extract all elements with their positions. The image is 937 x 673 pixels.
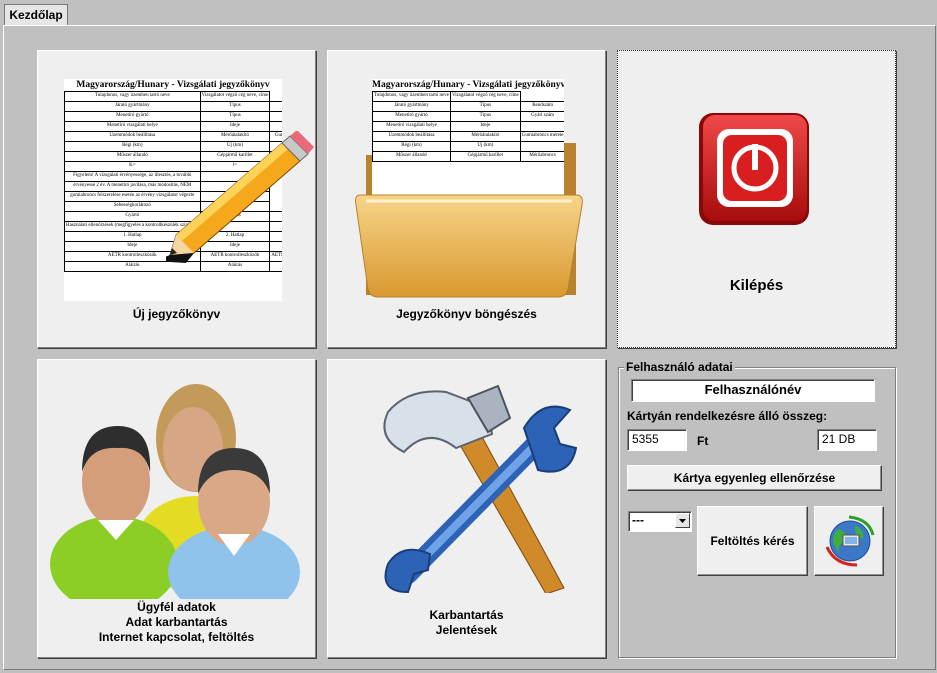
customer-data-label-2: Adat karbantartás bbox=[125, 615, 228, 629]
document-row: Régi (km) Új (km) bbox=[372, 141, 565, 152]
document-cell: Gyári szám bbox=[269, 111, 282, 122]
document-cell: Járató gyártmány bbox=[64, 101, 201, 112]
document-cell: Műszer állandó bbox=[372, 151, 451, 162]
chevron-down-icon[interactable] bbox=[675, 513, 690, 528]
new-report-label: Új jegyzőkönyv bbox=[132, 307, 221, 321]
document-cell: Rendszám bbox=[519, 101, 564, 112]
customer-data-button[interactable]: Ügyfél adatok Adat karbantartás Internet… bbox=[37, 359, 316, 658]
document-row: Tulajdonos, vagy üzemben tartó neve Vizsg… bbox=[372, 91, 565, 102]
folder-icon bbox=[355, 194, 583, 298]
document-cell: Menetíró gyártó bbox=[372, 111, 451, 122]
document-cell: Gumiabroncs mérete bbox=[519, 131, 564, 142]
amount-select[interactable]: --- bbox=[628, 511, 692, 532]
document-cell: Menetíró vizsgálati helye bbox=[64, 121, 201, 132]
document-cell: Mérőabroncs bbox=[519, 151, 564, 162]
document-cell: Járató gyártmány bbox=[372, 101, 451, 112]
document-cell: Új (km) bbox=[449, 141, 521, 152]
check-balance-button[interactable]: Kártya egyenleg ellenőrzése bbox=[627, 465, 882, 491]
balance-label: Kártyán rendelkezésre álló összeg: bbox=[627, 409, 828, 423]
document-row: Menetíró gyártóTípusGyári számHitelesítő… bbox=[372, 111, 564, 122]
document-row: Tulajdonos, vagy üzemben tartó neve Vizsg… bbox=[64, 91, 283, 102]
exit-label: Kilépés bbox=[729, 277, 784, 294]
power-icon bbox=[699, 113, 809, 225]
document-cell: Ideje bbox=[449, 121, 521, 132]
username-field[interactable]: Felhasználónév bbox=[631, 379, 875, 402]
maintenance-label-1: Karbantartás bbox=[429, 608, 504, 622]
document-cell: Rendszám bbox=[269, 101, 282, 112]
browse-reports-button[interactable]: Magyarország/Hunary - Vizsgálati jegyzők… bbox=[327, 50, 606, 348]
document-cell: Gyári szám bbox=[519, 111, 564, 122]
document-cell: Menetíró gyártó bbox=[64, 111, 201, 122]
amount-field[interactable]: 5355 bbox=[627, 429, 687, 451]
document-cell: Tulajdonos, vagy üzemben tartó neve bbox=[64, 91, 201, 102]
customer-data-label-1: Ügyfél adatok bbox=[137, 600, 216, 614]
document-row: Műszer állandóGépjármű karilletMérőabron… bbox=[372, 151, 564, 162]
internet-connect-button[interactable] bbox=[814, 506, 884, 576]
new-report-button[interactable]: Magyarország/Hunary - Vizsgálati jegyzők… bbox=[37, 50, 316, 348]
customer-data-label-3: Internet kapcsolat, feltöltés bbox=[98, 630, 255, 644]
user-data-legend: Felhasználó adatai bbox=[624, 360, 735, 374]
document-title-2: Magyarország/Hunary - Vizsgálati jegyzők… bbox=[372, 80, 564, 90]
document-cell: Vizsgálatot végző cég neve, címe bbox=[449, 91, 521, 102]
document-cell: Tulajdonos, vagy üzemben tartó neve bbox=[372, 91, 451, 102]
document-cell: Mérőátalakító bbox=[449, 131, 521, 142]
browse-reports-label: Jegyzőkönyv böngészés bbox=[396, 307, 537, 321]
document-cell: Menetíró vizsgálati helye bbox=[372, 121, 451, 132]
document-cell: Régi (km) bbox=[372, 141, 451, 152]
document-cell: Ideje bbox=[199, 121, 271, 132]
document-cell: Típus bbox=[449, 111, 521, 122]
document-cell: Típus bbox=[449, 101, 521, 112]
document-cell: Típus bbox=[199, 101, 271, 112]
document-row: Menetíró vizsgálati helye Ideje bbox=[372, 121, 565, 132]
exit-button[interactable]: Kilépés bbox=[617, 50, 896, 348]
users-icon bbox=[50, 384, 300, 599]
document-row: Menetíró vizsgálati helye Ideje bbox=[64, 121, 283, 132]
document-row: Menetíró gyártóTípusGyári számHitelesítő… bbox=[64, 111, 282, 122]
globe-network-icon bbox=[825, 515, 875, 567]
amount-select-value: --- bbox=[632, 513, 644, 527]
tab-kezdolap[interactable]: Kezdőlap bbox=[4, 4, 68, 26]
document-row: Járató gyártmányTípusRendszámAlvázszám bbox=[372, 101, 564, 112]
document-cell: Gépjármű karillet bbox=[449, 151, 521, 162]
document-cell: Vizsgálatot végző cég neve, címe bbox=[199, 91, 271, 102]
document-cell: Típus bbox=[199, 111, 271, 122]
document-row: Járató gyártmányTípusRendszámAlvázszám bbox=[64, 101, 282, 112]
maintenance-button[interactable]: Karbantartás Jelentések bbox=[327, 359, 606, 658]
maintenance-label-2: Jelentések bbox=[435, 623, 498, 637]
document-row: Üzemmódok beállításaMérőátalakítóGumiabr… bbox=[372, 131, 564, 142]
tools-icon bbox=[383, 384, 578, 593]
document-title: Magyarország/Hunary - Vizsgálati jegyzők… bbox=[76, 80, 270, 90]
document-cell: Üzemmódok beállítása bbox=[372, 131, 451, 142]
pencil-icon bbox=[166, 131, 314, 263]
document-form-table-2: Tulajdonos, vagy üzemben tartó neve Vizsg… bbox=[372, 91, 564, 162]
topup-request-button[interactable]: Feltöltés kérés bbox=[697, 506, 808, 576]
currency-label: Ft bbox=[697, 434, 709, 448]
card-count-field[interactable]: 21 DB bbox=[817, 429, 877, 451]
